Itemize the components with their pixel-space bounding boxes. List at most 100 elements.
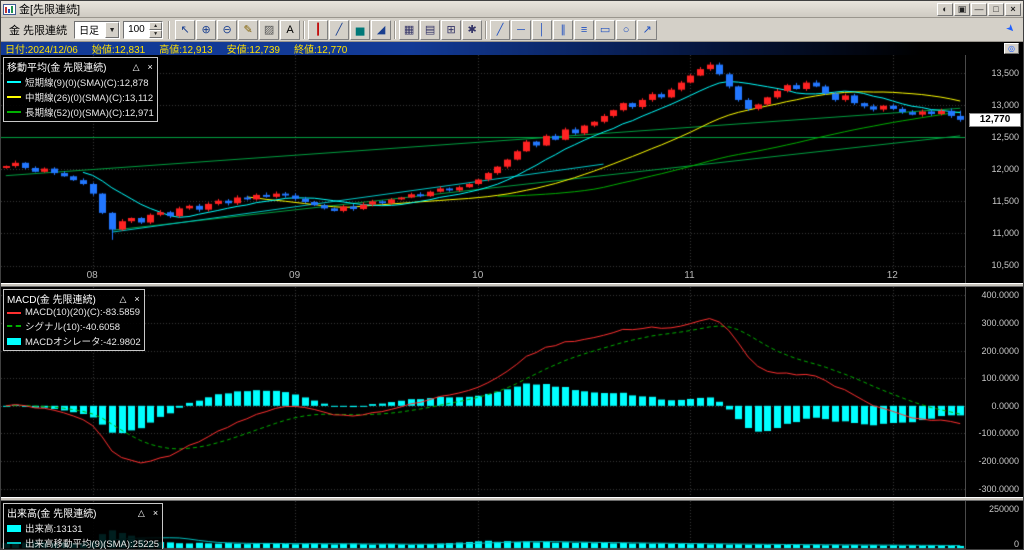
chart-region: 移動平均(金 先限連続) △ × 短期線(9)(0)(SMA)(C):12,87… (1, 55, 1023, 549)
settings-icon[interactable]: ✱ (462, 20, 482, 40)
macd-axis: 400.0000300.0000200.0000100.00000.0000-1… (965, 287, 1023, 497)
instrument-label: 金 先限連続 (5, 22, 71, 38)
toolbar-separator (485, 21, 487, 39)
spinner-down-button[interactable]: ▼ (149, 30, 162, 38)
legend-row: 出来高移動平均(9)(SMA):25225 (7, 536, 159, 550)
ma-legend-title: 移動平均(金 先限連続) (7, 59, 106, 74)
timeframe-select[interactable]: 日足 ▼ (74, 21, 120, 39)
y-axis-label: -200.0000 (978, 456, 1019, 466)
volume-ma-label: 出来高移動平均(9)(SMA):25225 (25, 536, 159, 550)
fibonacci-tool-icon[interactable]: ≡ (574, 20, 594, 40)
ma-short-label: 短期線(9)(0)(SMA)(C):12,878 (25, 75, 149, 89)
y-axis-label: -300.0000 (978, 484, 1019, 494)
legend-close-icon[interactable]: × (152, 508, 159, 518)
arrow-tool-icon[interactable]: ↗ (637, 20, 657, 40)
minimize-button[interactable]: — (971, 3, 987, 16)
y-axis-label: 300.0000 (981, 318, 1019, 328)
toolbar-buttons: ↖⊕⊖✎▨A┃╱▅◢▦▤⊞✱╱─│∥≡▭○↗ (175, 20, 657, 40)
close-button[interactable]: × (1005, 3, 1021, 16)
pencil-tool-icon[interactable]: ✎ (238, 20, 258, 40)
volume-axis: 2500000 (965, 501, 1023, 549)
text-tool-icon[interactable]: A (280, 20, 300, 40)
cursor-tool-icon[interactable]: ↖ (175, 20, 195, 40)
macd-osc-label: MACDオシレータ:-42.9802 (25, 334, 141, 348)
ma-mid-marker (7, 96, 21, 98)
maximize-button[interactable]: □ (988, 3, 1004, 16)
parallel-lines-tool-icon[interactable]: ∥ (553, 20, 573, 40)
x-axis-label: 10 (472, 270, 483, 281)
toolbar-separator (394, 21, 396, 39)
chevron-down-icon[interactable]: ▼ (105, 22, 119, 38)
line-chart-icon[interactable]: ╱ (329, 20, 349, 40)
bar-chart-icon[interactable]: ▅ (350, 20, 370, 40)
y-axis-label: 13,000 (991, 100, 1019, 110)
legend-row: 長期線(52)(0)(SMA)(C):12,971 (7, 105, 154, 119)
macd-chart-canvas[interactable] (1, 287, 965, 497)
table-view-icon[interactable]: ▤ (420, 20, 440, 40)
ellipse-tool-icon[interactable]: ○ (616, 20, 636, 40)
toolbar: 金 先限連続 日足 ▼ 100 ▲ ▼ ↖⊕⊖✎▨A┃╱▅◢▦▤⊞✱╱─│∥≡▭… (1, 18, 1023, 42)
vertical-line-tool-icon[interactable]: │ (532, 20, 552, 40)
macd-line-label: MACD(10)(20)(C):-83.5859 (25, 307, 140, 318)
volume-marker (7, 525, 21, 532)
macd-legend-title: MACD(金 先限連続) (7, 291, 96, 306)
signal-line-marker (7, 325, 21, 327)
quote-close: 終値:12,770 (294, 41, 347, 56)
bar-count-spinner[interactable]: 100 ▲ ▼ (123, 21, 163, 39)
horizontal-line-tool-icon[interactable]: ─ (511, 20, 531, 40)
y-axis-label: 0 (1014, 539, 1019, 549)
timeframe-value: 日足 (79, 22, 99, 37)
y-axis-label: 13,500 (991, 68, 1019, 78)
y-axis-label: 400.0000 (981, 290, 1019, 300)
legend-row: シグナル(10):-40.6058 (7, 319, 141, 333)
eraser-tool-icon[interactable]: ▨ (259, 20, 279, 40)
area-chart-icon[interactable]: ◢ (371, 20, 391, 40)
price-axis: 12,770 13,500 13,000 12,500 12,000 11,500 11,… (965, 55, 1023, 270)
y-axis-label: 12,000 (991, 164, 1019, 174)
macd-osc-marker (7, 338, 21, 345)
pin-icon[interactable]: ➤ (995, 15, 1023, 43)
calendar-view-icon[interactable]: ⊞ (441, 20, 461, 40)
candlestick-chart-icon[interactable]: ┃ (308, 20, 328, 40)
legend-row: 短期線(9)(0)(SMA)(C):12,878 (7, 75, 154, 89)
y-axis-label: 11,000 (992, 228, 1019, 238)
volume-label: 出来高:13131 (25, 521, 83, 535)
y-axis-label: 11,500 (992, 196, 1019, 206)
legend-collapse-icon[interactable]: △ (137, 508, 146, 518)
zoom-in-tool-icon[interactable]: ⊕ (196, 20, 216, 40)
quote-open: 始値:12,831 (92, 41, 145, 56)
x-axis-label: 08 (87, 270, 98, 281)
current-price-tag: 12,770 (969, 113, 1021, 127)
window-title: 金[先限連続] (19, 1, 80, 17)
app-icon (3, 4, 16, 15)
legend-close-icon[interactable]: × (147, 62, 154, 72)
grid-toggle-icon[interactable]: ▦ (399, 20, 419, 40)
copy-window-button[interactable]: ▣ (954, 3, 970, 16)
legend-row: 出来高:13131 (7, 521, 159, 535)
zoom-out-tool-icon[interactable]: ⊖ (217, 20, 237, 40)
legend-collapse-icon[interactable]: △ (132, 62, 141, 72)
x-axis-label: 09 (289, 270, 300, 281)
y-axis-label: -100.0000 (978, 428, 1019, 438)
quote-info-bar: 日付:2024/12/06 始値:12,831 高値:12,913 安値:12,… (1, 42, 1023, 55)
y-axis-label: 100.0000 (981, 373, 1019, 383)
legend-row: MACD(10)(20)(C):-83.5859 (7, 307, 141, 318)
legend-row: 中期線(26)(0)(SMA)(C):13,112 (7, 90, 154, 104)
quote-low: 安値:12,739 (227, 41, 280, 56)
ma-long-marker (7, 111, 21, 113)
trendline-tool-icon[interactable]: ╱ (490, 20, 510, 40)
window-controls: ◐▣—□× (936, 3, 1021, 16)
legend-close-icon[interactable]: × (133, 294, 140, 304)
spinner-up-button[interactable]: ▲ (149, 22, 162, 30)
rectangle-tool-icon[interactable]: ▭ (595, 20, 615, 40)
ma-mid-label: 中期線(26)(0)(SMA)(C):13,112 (25, 90, 153, 104)
ma-legend: 移動平均(金 先限連続) △ × 短期線(9)(0)(SMA)(C):12,87… (3, 57, 158, 122)
y-axis-label: 12,500 (991, 132, 1019, 142)
legend-collapse-icon[interactable]: △ (118, 294, 127, 304)
magnifier-icon[interactable]: ◎ (1004, 43, 1019, 54)
toolbar-separator (303, 21, 305, 39)
signal-line-label: シグナル(10):-40.6058 (25, 319, 120, 333)
theme-button[interactable]: ◐ (937, 3, 953, 16)
x-axis: 0809101112 (1, 270, 965, 283)
ma-long-label: 長期線(52)(0)(SMA)(C):12,971 (25, 105, 154, 119)
